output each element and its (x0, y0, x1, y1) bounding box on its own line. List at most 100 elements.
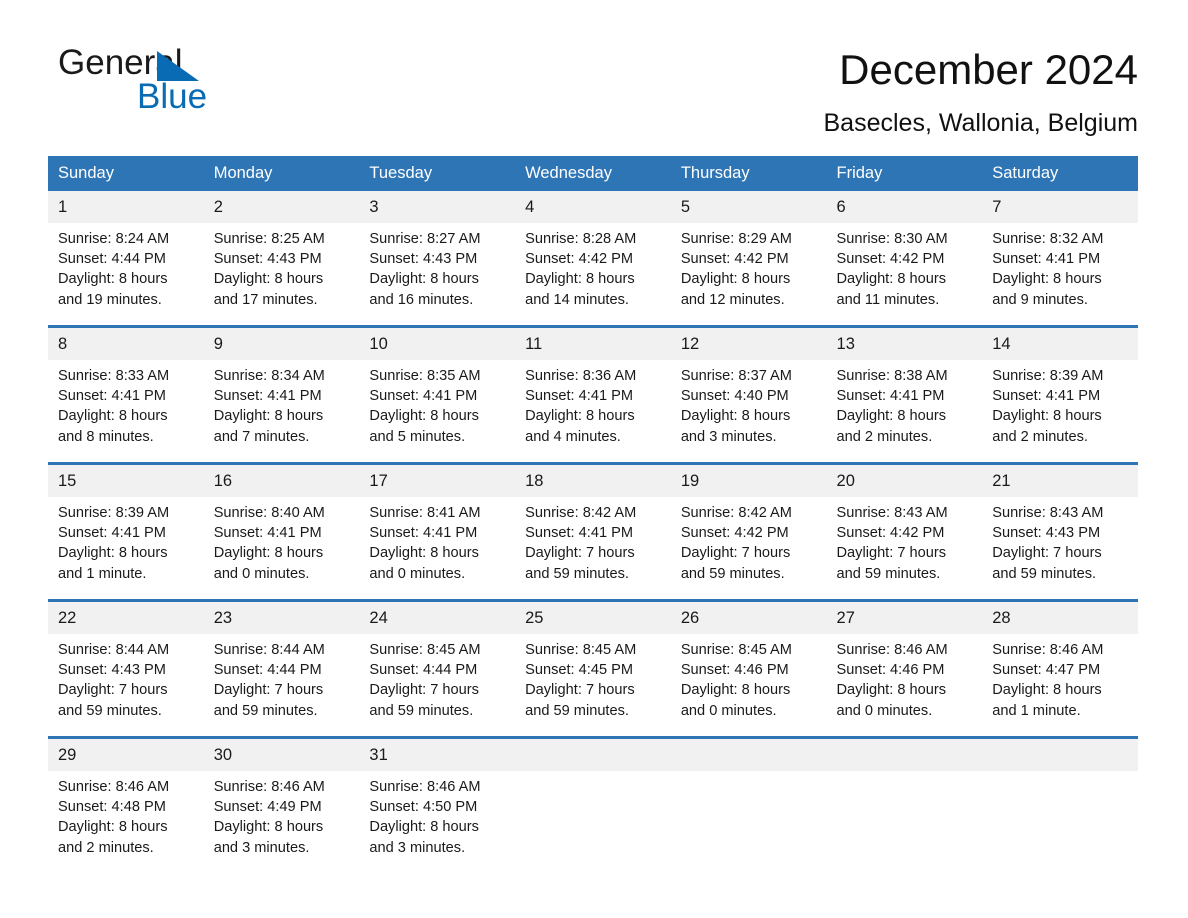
daylight-text-line2: and 9 minutes. (992, 291, 1088, 308)
sunrise-text: Sunrise: 8:29 AM (680, 231, 792, 247)
day-number (826, 739, 983, 771)
day-cell[interactable]: 31 Sunrise: 8:46 AM Sunset: 4:50 PM Dayligh… (359, 736, 516, 858)
sunset-text: Sunset: 4:47 PM (992, 662, 1101, 679)
calendar-page: General Blue December 2024 Basecles, Wal… (0, 0, 1188, 918)
day-cell[interactable]: 21 Sunrise: 8:43 AM Sunset: 4:43 PM Dayligh… (982, 462, 1138, 582)
day-cell[interactable]: 24 Sunrise: 8:45 AM Sunset: 4:44 PM Dayligh… (359, 599, 516, 719)
sunrise-text: Sunrise: 8:38 AM (836, 368, 948, 384)
daylight-text-line1: Daylight: 8 hours (58, 545, 168, 562)
daylight-text-line2: and 5 minutes. (369, 428, 466, 445)
daylight-text-line2: and 11 minutes. (836, 291, 940, 308)
day-number: 7 (982, 191, 1138, 223)
sunrise-text: Sunrise: 8:42 AM (525, 505, 637, 521)
day-cell[interactable]: 4 Sunrise: 8:28 AM Sunset: 4:42 PM Daylight… (515, 191, 671, 308)
daylight-text-line2: and 59 minutes. (58, 702, 162, 719)
day-cell[interactable]: 1 Sunrise: 8:24 AM Sunset: 4:44 PM Daylight… (48, 191, 204, 308)
weekday-header-friday: Friday (826, 156, 983, 191)
day-cell[interactable]: 9 Sunrise: 8:34 AM Sunset: 4:41 PM Daylight… (203, 325, 360, 445)
day-cell[interactable]: 2 Sunrise: 8:25 AM Sunset: 4:43 PM Daylight… (203, 191, 360, 308)
day-details: Sunrise: 8:24 AM Sunset: 4:44 PM Daylight:… (48, 223, 204, 310)
daylight-text-line2: and 3 minutes. (369, 839, 466, 856)
sunset-text: Sunset: 4:43 PM (58, 662, 166, 679)
location-subtitle: Basecles, Wallonia, Belgium (823, 109, 1139, 137)
day-number: 5 (670, 191, 827, 223)
sunrise-text: Sunrise: 8:27 AM (369, 231, 481, 247)
day-cell[interactable]: 11 Sunrise: 8:36 AM Sunset: 4:41 PM Dayligh… (515, 325, 671, 447)
daylight-text-line1: Daylight: 8 hours (836, 271, 947, 288)
weekday-header-row: Sunday Monday Tuesday Wednesday Thursday… (48, 156, 1138, 191)
calendar-body: 1 Sunrise: 8:24 AM Sunset: 4:44 PM Daylight… (48, 191, 1138, 856)
day-cell[interactable]: 17 Sunrise: 8:41 AM Sunset: 4:41 PM Dayligh… (359, 462, 516, 582)
sunrise-text: Sunrise: 8:44 AM (213, 642, 325, 658)
sunset-text: Sunset: 4:44 PM (58, 251, 166, 268)
sunset-text: Sunset: 4:42 PM (680, 525, 789, 542)
day-cell[interactable]: 16 Sunrise: 8:40 AM Sunset: 4:41 PM Dayligh… (203, 462, 360, 584)
daylight-text-line1: Daylight: 8 hours (992, 682, 1102, 699)
daylight-text-line1: Daylight: 8 hours (213, 545, 324, 562)
day-cell[interactable]: 8 Sunrise: 8:33 AM Sunset: 4:41 PM Daylight… (48, 325, 204, 445)
day-number: 22 (48, 602, 204, 634)
daylight-text-line2: and 59 minutes. (525, 702, 629, 719)
day-cell[interactable]: 22 Sunrise: 8:44 AM Sunset: 4:43 PM Dayligh… (48, 599, 204, 719)
sunset-text: Sunset: 4:42 PM (680, 251, 789, 268)
day-details: Sunrise: 8:30 AM Sunset: 4:42 PM Daylight:… (827, 223, 983, 310)
sunset-text: Sunset: 4:41 PM (58, 388, 166, 405)
sunrise-text: Sunrise: 8:45 AM (525, 642, 637, 658)
day-number: 18 (515, 465, 671, 497)
day-cell-empty (670, 736, 827, 856)
day-cell[interactable]: 25 Sunrise: 8:45 AM Sunset: 4:45 PM Dayligh… (515, 599, 671, 719)
daylight-text-line2: and 0 minutes. (369, 565, 466, 582)
daylight-text-line1: Daylight: 8 hours (58, 819, 168, 836)
day-cell[interactable]: 6 Sunrise: 8:30 AM Sunset: 4:42 PM Daylight… (826, 191, 983, 310)
daylight-text-line2: and 59 minutes. (836, 565, 941, 582)
week-spacer (48, 582, 1138, 601)
day-cell-empty (826, 736, 983, 856)
day-cell[interactable]: 7 Sunrise: 8:32 AM Sunset: 4:41 PM Daylight… (982, 191, 1138, 308)
day-details: Sunrise: 8:39 AM Sunset: 4:41 PM Daylight:… (48, 497, 204, 584)
sunset-text: Sunset: 4:49 PM (213, 799, 322, 816)
day-details: Sunrise: 8:38 AM Sunset: 4:41 PM Daylight:… (827, 360, 983, 447)
day-cell[interactable]: 5 Sunrise: 8:29 AM Sunset: 4:42 PM Daylight… (670, 191, 827, 308)
day-cell[interactable]: 26 Sunrise: 8:45 AM Sunset: 4:46 PM Dayligh… (670, 599, 827, 721)
sunset-text: Sunset: 4:41 PM (213, 525, 322, 542)
day-cell[interactable]: 27 Sunrise: 8:46 AM Sunset: 4:46 PM Dayligh… (826, 599, 983, 719)
day-cell[interactable]: 30 Sunrise: 8:46 AM Sunset: 4:49 PM Dayligh… (203, 736, 360, 856)
week-spacer-cell (48, 445, 1138, 464)
day-cell[interactable]: 3 Sunrise: 8:27 AM Sunset: 4:43 PM Daylight… (359, 191, 516, 308)
sunrise-text: Sunrise: 8:25 AM (213, 231, 325, 247)
day-cell[interactable]: 14 Sunrise: 8:39 AM Sunset: 4:41 PM Dayligh… (982, 325, 1138, 445)
daylight-text-line2: and 8 minutes. (58, 428, 154, 445)
day-details: Sunrise: 8:42 AM Sunset: 4:41 PM Daylight:… (515, 497, 671, 584)
daylight-text-line1: Daylight: 8 hours (680, 271, 791, 288)
day-cell[interactable]: 15 Sunrise: 8:39 AM Sunset: 4:41 PM Dayligh… (48, 462, 204, 584)
sunset-text: Sunset: 4:45 PM (525, 662, 634, 679)
day-cell[interactable]: 29 Sunrise: 8:46 AM Sunset: 4:48 PM Dayligh… (48, 736, 204, 856)
day-cell[interactable]: 20 Sunrise: 8:43 AM Sunset: 4:42 PM Dayligh… (826, 462, 983, 582)
day-cell[interactable]: 12 Sunrise: 8:37 AM Sunset: 4:40 PM Dayligh… (670, 325, 827, 445)
day-cell[interactable]: 18 Sunrise: 8:42 AM Sunset: 4:41 PM Dayligh… (515, 462, 671, 584)
daylight-text-line1: Daylight: 8 hours (213, 271, 324, 288)
week-row: 29 Sunrise: 8:46 AM Sunset: 4:48 PM Dayligh… (48, 736, 1138, 858)
day-cell[interactable]: 23 Sunrise: 8:44 AM Sunset: 4:44 PM Dayligh… (203, 599, 360, 719)
daylight-text-line2: and 14 minutes. (525, 291, 629, 308)
day-cell[interactable]: 28 Sunrise: 8:46 AM Sunset: 4:47 PM Dayligh… (982, 599, 1138, 719)
weekday-header-wednesday: Wednesday (515, 156, 671, 191)
week-spacer-cell (48, 308, 1138, 327)
daylight-text-line1: Daylight: 8 hours (836, 408, 947, 425)
sunrise-text: Sunrise: 8:43 AM (992, 505, 1104, 521)
day-details: Sunrise: 8:45 AM Sunset: 4:46 PM Daylight:… (671, 634, 827, 721)
daylight-text-line2: and 3 minutes. (213, 839, 310, 856)
daylight-text-line2: and 7 minutes. (213, 428, 310, 445)
day-details: Sunrise: 8:36 AM Sunset: 4:41 PM Daylight:… (515, 360, 671, 447)
day-details: Sunrise: 8:40 AM Sunset: 4:41 PM Daylight:… (204, 497, 360, 584)
day-cell[interactable]: 19 Sunrise: 8:42 AM Sunset: 4:42 PM Dayligh… (670, 462, 827, 582)
logo-word-general: General (58, 43, 183, 82)
day-details: Sunrise: 8:46 AM Sunset: 4:50 PM Daylight:… (359, 771, 515, 858)
day-cell[interactable]: 13 Sunrise: 8:38 AM Sunset: 4:41 PM Dayligh… (826, 325, 983, 447)
day-cell[interactable]: 10 Sunrise: 8:35 AM Sunset: 4:41 PM Dayligh… (359, 325, 516, 445)
daylight-text-line1: Daylight: 7 hours (992, 545, 1102, 562)
day-number (515, 739, 671, 771)
generalblue-logo[interactable]: General Blue (58, 44, 398, 144)
sunset-text: Sunset: 4:41 PM (992, 251, 1101, 268)
day-details: Sunrise: 8:28 AM Sunset: 4:42 PM Daylight:… (515, 223, 671, 310)
